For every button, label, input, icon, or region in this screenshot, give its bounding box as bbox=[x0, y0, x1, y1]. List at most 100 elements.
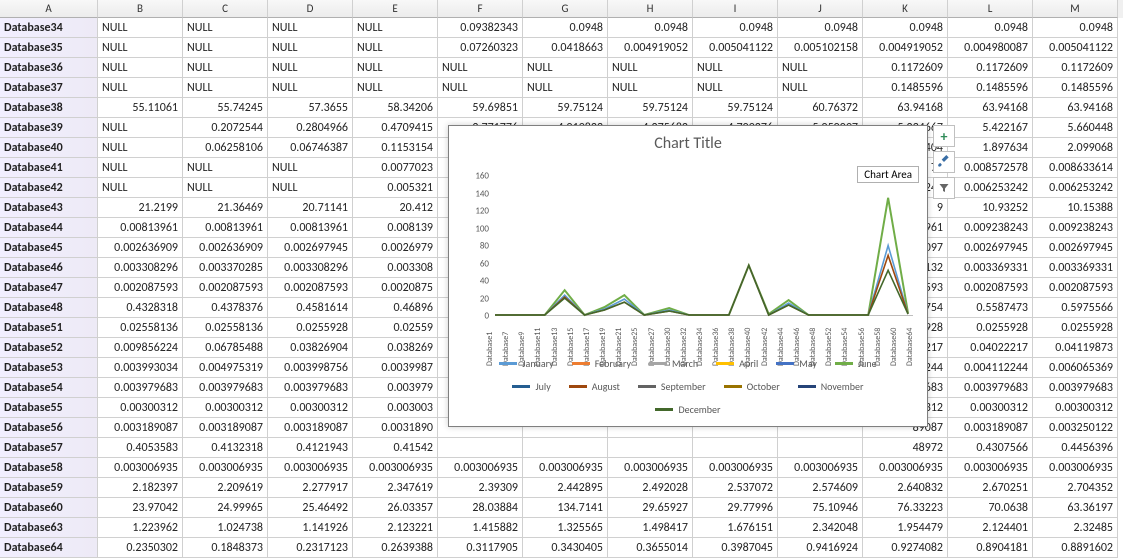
cell[interactable]: 70.0638 bbox=[948, 498, 1033, 518]
cell[interactable]: 0.0077023 bbox=[353, 158, 438, 178]
cell[interactable]: 0.0948 bbox=[863, 18, 948, 38]
row-name[interactable]: Database39 bbox=[0, 118, 98, 138]
cell[interactable]: 0.003308 bbox=[353, 258, 438, 278]
cell[interactable]: 0.00300312 bbox=[268, 398, 353, 418]
row-name[interactable]: Database41 bbox=[0, 158, 98, 178]
cell[interactable]: 0.003250122 bbox=[1033, 418, 1118, 438]
cell[interactable]: 0.4456396 bbox=[1033, 438, 1118, 458]
col-header-F[interactable]: F bbox=[438, 0, 523, 18]
row-name[interactable]: Database40 bbox=[0, 138, 98, 158]
cell[interactable]: 0.002087593 bbox=[183, 278, 268, 298]
cell[interactable]: NULL bbox=[98, 118, 183, 138]
cell[interactable]: 0.00813961 bbox=[268, 218, 353, 238]
cell[interactable]: 1.498417 bbox=[608, 518, 693, 538]
row-name[interactable]: Database57 bbox=[0, 438, 98, 458]
cell[interactable]: 0.003006935 bbox=[948, 458, 1033, 478]
row-name[interactable]: Database56 bbox=[0, 418, 98, 438]
cell[interactable]: NULL bbox=[98, 78, 183, 98]
cell[interactable]: 0.00300312 bbox=[948, 398, 1033, 418]
cell[interactable]: 0.1172609 bbox=[948, 58, 1033, 78]
cell[interactable]: NULL bbox=[353, 78, 438, 98]
cell[interactable]: 21.36469 bbox=[183, 198, 268, 218]
col-header-D[interactable]: D bbox=[268, 0, 353, 18]
cell[interactable]: 2.347619 bbox=[353, 478, 438, 498]
col-header-E[interactable]: E bbox=[353, 0, 438, 18]
cell[interactable]: 0.004980087 bbox=[948, 38, 1033, 58]
cell[interactable]: 0.0020875 bbox=[353, 278, 438, 298]
cell[interactable]: NULL bbox=[183, 18, 268, 38]
cell[interactable]: 63.94168 bbox=[1033, 98, 1118, 118]
cell[interactable]: 0.00813961 bbox=[98, 218, 183, 238]
cell[interactable]: NULL bbox=[778, 78, 863, 98]
cell[interactable]: 76.33223 bbox=[863, 498, 948, 518]
cell[interactable]: 0.02559 bbox=[353, 318, 438, 338]
cell[interactable]: 0.2317123 bbox=[268, 538, 353, 558]
cell[interactable]: 0.003006935 bbox=[183, 458, 268, 478]
cell[interactable]: 0.002087593 bbox=[98, 278, 183, 298]
cell[interactable]: NULL bbox=[268, 18, 353, 38]
cell[interactable]: 1.676151 bbox=[693, 518, 778, 538]
cell[interactable]: NULL bbox=[438, 78, 523, 98]
cell[interactable]: 0.004919052 bbox=[863, 38, 948, 58]
cell[interactable]: 20.71141 bbox=[268, 198, 353, 218]
cell[interactable]: 0.003006935 bbox=[863, 458, 948, 478]
cell[interactable]: 0.003006935 bbox=[1033, 458, 1118, 478]
col-header-H[interactable]: H bbox=[608, 0, 693, 18]
cell[interactable]: 0.003189087 bbox=[948, 418, 1033, 438]
row-name[interactable]: Database46 bbox=[0, 258, 98, 278]
cell[interactable]: NULL bbox=[693, 78, 778, 98]
cell[interactable]: 28.03884 bbox=[438, 498, 523, 518]
cell[interactable]: 0.004112244 bbox=[948, 358, 1033, 378]
cell[interactable]: 0.008572578 bbox=[948, 158, 1033, 178]
cell[interactable]: 0.4121943 bbox=[268, 438, 353, 458]
row-name[interactable]: Database60 bbox=[0, 498, 98, 518]
cell[interactable]: 0.003189087 bbox=[98, 418, 183, 438]
cell[interactable]: 0.3430405 bbox=[523, 538, 608, 558]
cell[interactable]: 0.003006935 bbox=[438, 458, 523, 478]
cell[interactable]: 2.342048 bbox=[778, 518, 863, 538]
cell[interactable]: 0.1172609 bbox=[863, 58, 948, 78]
cell[interactable]: NULL bbox=[98, 178, 183, 198]
cell[interactable]: 21.2199 bbox=[98, 198, 183, 218]
col-header-K[interactable]: K bbox=[863, 0, 948, 18]
cell[interactable]: 55.74245 bbox=[183, 98, 268, 118]
cell[interactable]: 0.2804966 bbox=[268, 118, 353, 138]
row-name[interactable]: Database37 bbox=[0, 78, 98, 98]
cell[interactable]: 0.003006935 bbox=[693, 458, 778, 478]
cell[interactable]: NULL bbox=[523, 58, 608, 78]
cell[interactable]: 20.412 bbox=[353, 198, 438, 218]
cell[interactable]: 0.46896 bbox=[353, 298, 438, 318]
cell[interactable]: 1.024738 bbox=[183, 518, 268, 538]
cell[interactable]: 0.002636909 bbox=[98, 238, 183, 258]
cell[interactable]: 0.2350302 bbox=[98, 538, 183, 558]
cell[interactable]: 0.4581614 bbox=[268, 298, 353, 318]
cell[interactable]: NULL bbox=[523, 78, 608, 98]
cell[interactable]: 0.003006935 bbox=[353, 458, 438, 478]
col-header-G[interactable]: G bbox=[523, 0, 608, 18]
cell[interactable]: 0.003308296 bbox=[268, 258, 353, 278]
cell[interactable]: 0.04022217 bbox=[948, 338, 1033, 358]
cell[interactable]: 58.34206 bbox=[353, 98, 438, 118]
cell[interactable]: 55.11061 bbox=[98, 98, 183, 118]
cell[interactable]: 29.77996 bbox=[693, 498, 778, 518]
row-name[interactable]: Database47 bbox=[0, 278, 98, 298]
cell[interactable]: 0.1848373 bbox=[183, 538, 268, 558]
cell[interactable]: 0.002697945 bbox=[268, 238, 353, 258]
cell[interactable]: 0.003979683 bbox=[268, 378, 353, 398]
cell[interactable]: 0.002087593 bbox=[1033, 278, 1118, 298]
col-header-L[interactable]: L bbox=[948, 0, 1033, 18]
cell[interactable]: 24.99965 bbox=[183, 498, 268, 518]
cell[interactable]: 2.492028 bbox=[608, 478, 693, 498]
row-name[interactable]: Database58 bbox=[0, 458, 98, 478]
cell[interactable]: 0.003979683 bbox=[1033, 378, 1118, 398]
cell[interactable]: 0.005102158 bbox=[778, 38, 863, 58]
cell[interactable]: 1.141926 bbox=[268, 518, 353, 538]
cell[interactable]: 63.36197 bbox=[1033, 498, 1118, 518]
cell[interactable]: 0.4378376 bbox=[183, 298, 268, 318]
cell[interactable]: 0.003003 bbox=[353, 398, 438, 418]
cell[interactable]: 59.75124 bbox=[608, 98, 693, 118]
row-name[interactable]: Database48 bbox=[0, 298, 98, 318]
cell[interactable]: 48972 bbox=[863, 438, 948, 458]
cell[interactable]: 2.704352 bbox=[1033, 478, 1118, 498]
cell[interactable]: 2.574609 bbox=[778, 478, 863, 498]
